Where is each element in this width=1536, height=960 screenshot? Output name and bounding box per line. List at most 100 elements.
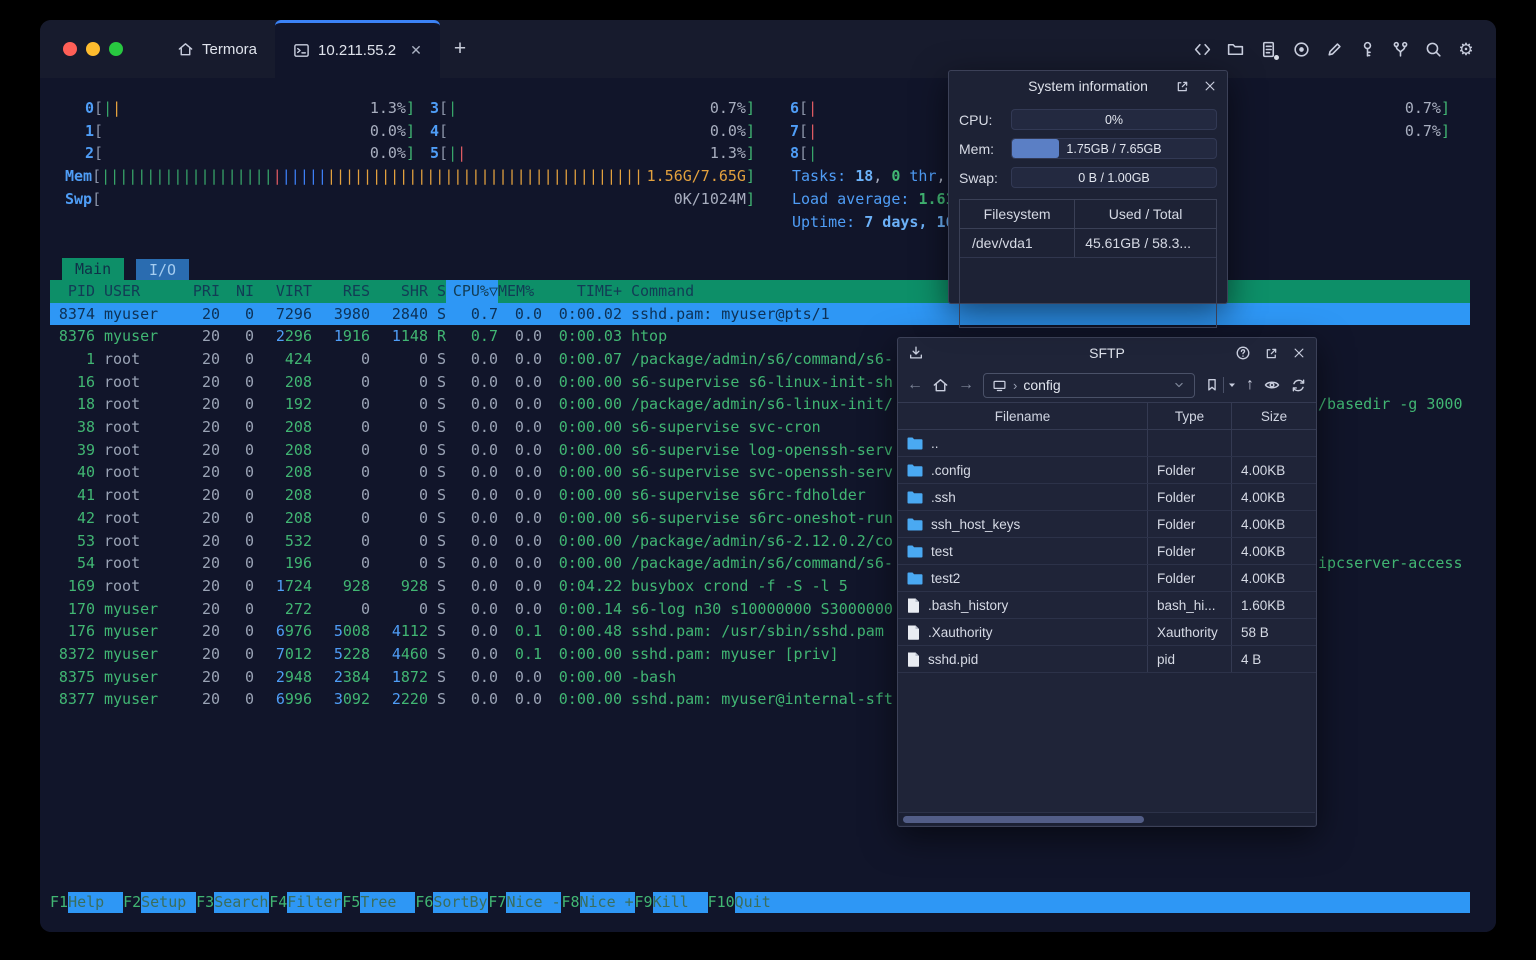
file-name: .ssh [931, 489, 956, 505]
type-column-header[interactable]: Type [1148, 403, 1232, 429]
file-row-sshd.pid[interactable]: sshd.pid pid 4 B [898, 646, 1316, 673]
titlebar-toolbar: ⚙ [1192, 20, 1496, 78]
swap-label: Swap: [959, 169, 998, 186]
fkey-f7[interactable]: F7 [488, 892, 506, 913]
chevron-down-icon[interactable] [1172, 378, 1186, 392]
help-icon[interactable] [1234, 344, 1252, 362]
fkey-f1[interactable]: F1 [50, 892, 68, 913]
folder-icon[interactable] [1225, 39, 1245, 59]
meter-5: 5[|| 1.3%] [430, 144, 755, 162]
file-type [1148, 430, 1232, 456]
parent-directory-icon[interactable]: ↑ [1246, 376, 1254, 394]
file-type: Folder [1148, 565, 1232, 591]
edit-icon[interactable] [1324, 39, 1344, 59]
file-name: .Xauthority [928, 624, 993, 640]
fkey-label-filter[interactable]: Filter [287, 892, 343, 913]
htop-tab-io[interactable]: I/O [136, 259, 190, 281]
fkey-f4[interactable]: F4 [269, 892, 287, 913]
bookmark-icon[interactable] [1204, 377, 1220, 393]
code-icon[interactable] [1192, 39, 1212, 59]
minimize-window-button[interactable] [86, 42, 100, 56]
record-icon[interactable] [1291, 39, 1311, 59]
show-hidden-eye-icon[interactable] [1263, 376, 1281, 394]
file-type: Xauthority [1148, 619, 1232, 645]
column-header-cpu[interactable]: CPU%▽ [446, 280, 498, 303]
fkey-label-search[interactable]: Search [214, 892, 270, 913]
fkey-label-setup[interactable]: Setup [141, 892, 197, 913]
process-row-8374[interactable]: 8374 myuser 20 0 7296 3980 2840 S 0.7 0.0 0:00.02 s… [50, 302, 1470, 326]
back-arrow-icon[interactable]: ← [907, 376, 923, 394]
meter-Swp: Swp[0K/1024M] [65, 190, 755, 208]
tab-session-10-211-55-2[interactable]: 10.211.55.2 ✕ [275, 20, 440, 78]
fkey-f10[interactable]: F10 [708, 892, 735, 913]
column-header-pid[interactable]: PID [50, 280, 95, 303]
column-header-s[interactable]: S [428, 280, 446, 303]
filesystem-column-header: Filesystem [960, 200, 1076, 228]
htop-tab-main[interactable]: Main [62, 258, 125, 280]
fkey-f5[interactable]: F5 [342, 892, 360, 913]
close-tab-icon[interactable]: ✕ [410, 42, 422, 59]
path-breadcrumb-combobox[interactable]: › config [983, 372, 1195, 398]
refresh-icon[interactable] [1290, 377, 1307, 394]
computer-icon [993, 380, 1006, 391]
fkey-label-quit[interactable]: Quit [734, 892, 1470, 913]
filesystem-row[interactable]: /dev/vda1 45.61GB / 58.3... [960, 229, 1216, 258]
new-tab-button[interactable]: + [440, 20, 480, 78]
close-panel-icon[interactable] [1201, 77, 1219, 95]
file-row-..[interactable]: .. [898, 430, 1316, 457]
horizontal-scrollbar[interactable] [899, 812, 1315, 825]
file-row-.Xauthority[interactable]: .Xauthority Xauthority 58 B [898, 619, 1316, 646]
keychain-icon[interactable] [1390, 39, 1410, 59]
fkey-label-sortby[interactable]: SortBy [433, 892, 489, 913]
forward-arrow-icon[interactable]: → [958, 376, 974, 394]
filesystem-table: Filesystem Used / Total /dev/vda1 45.61G… [959, 199, 1217, 328]
bookmark-dropdown-icon[interactable] [1227, 380, 1237, 390]
column-header-virt[interactable]: VIRT [254, 280, 312, 303]
size-column-header[interactable]: Size [1232, 403, 1316, 429]
fkey-f9[interactable]: F9 [635, 892, 653, 913]
fkey-f2[interactable]: F2 [123, 892, 141, 913]
key-icon[interactable] [1357, 39, 1377, 59]
close-window-button[interactable] [63, 42, 77, 56]
search-icon[interactable] [1423, 39, 1443, 59]
fkey-f6[interactable]: F6 [415, 892, 433, 913]
file-row-test2[interactable]: test2 Folder 4.00KB [898, 565, 1316, 592]
notes-icon[interactable] [1258, 39, 1279, 60]
file-name: sshd.pid [928, 651, 979, 667]
fkey-f8[interactable]: F8 [561, 892, 579, 913]
column-header-time[interactable]: TIME+ [542, 280, 622, 303]
column-header-mem[interactable]: MEM% [498, 280, 542, 303]
filename-column-header[interactable]: Filename [898, 403, 1148, 429]
column-header-shr[interactable]: SHR [370, 280, 428, 303]
file-name: .. [931, 435, 939, 451]
fkey-label-kill[interactable]: Kill [652, 892, 708, 913]
scrollbar-thumb[interactable] [903, 815, 1145, 823]
fkey-label-tree[interactable]: Tree [360, 892, 416, 913]
settings-gear-icon[interactable]: ⚙ [1456, 39, 1476, 59]
column-header-res[interactable]: RES [312, 280, 370, 303]
fkey-f3[interactable]: F3 [196, 892, 214, 913]
file-row-.ssh[interactable]: .ssh Folder 4.00KB [898, 484, 1316, 511]
file-row-.bash_history[interactable]: .bash_history bash_hi... 1.60KB [898, 592, 1316, 619]
process-table-header[interactable]: PID USER PRI NI VIRT RES SHR S CPU%▽ MEM% TIME+ Com… [50, 280, 1470, 303]
open-in-window-icon[interactable] [1262, 344, 1280, 362]
fkey-label-nice[interactable]: Nice + [579, 892, 635, 913]
column-header-pri[interactable]: PRI [186, 280, 220, 303]
home-icon[interactable] [932, 377, 949, 394]
close-panel-icon[interactable] [1290, 344, 1308, 362]
column-header-user[interactable]: USER [104, 280, 186, 303]
file-row-.config[interactable]: .config Folder 4.00KB [898, 457, 1316, 484]
column-header-ni[interactable]: NI [220, 280, 254, 303]
tab-termora-home[interactable]: Termora [159, 20, 275, 78]
file-type: pid [1148, 646, 1232, 672]
fkey-label-help[interactable]: Help [68, 892, 124, 913]
file-row-test[interactable]: test Folder 4.00KB [898, 538, 1316, 565]
zoom-window-button[interactable] [109, 42, 123, 56]
open-in-window-icon[interactable] [1173, 77, 1191, 95]
file-name: .config [931, 462, 971, 478]
fkey-label-nice[interactable]: Nice - [506, 892, 562, 913]
bookmark-split-button[interactable] [1204, 377, 1237, 393]
download-icon[interactable] [907, 344, 925, 362]
file-icon [907, 652, 920, 667]
file-row-ssh_host_keys[interactable]: ssh_host_keys Folder 4.00KB [898, 511, 1316, 538]
